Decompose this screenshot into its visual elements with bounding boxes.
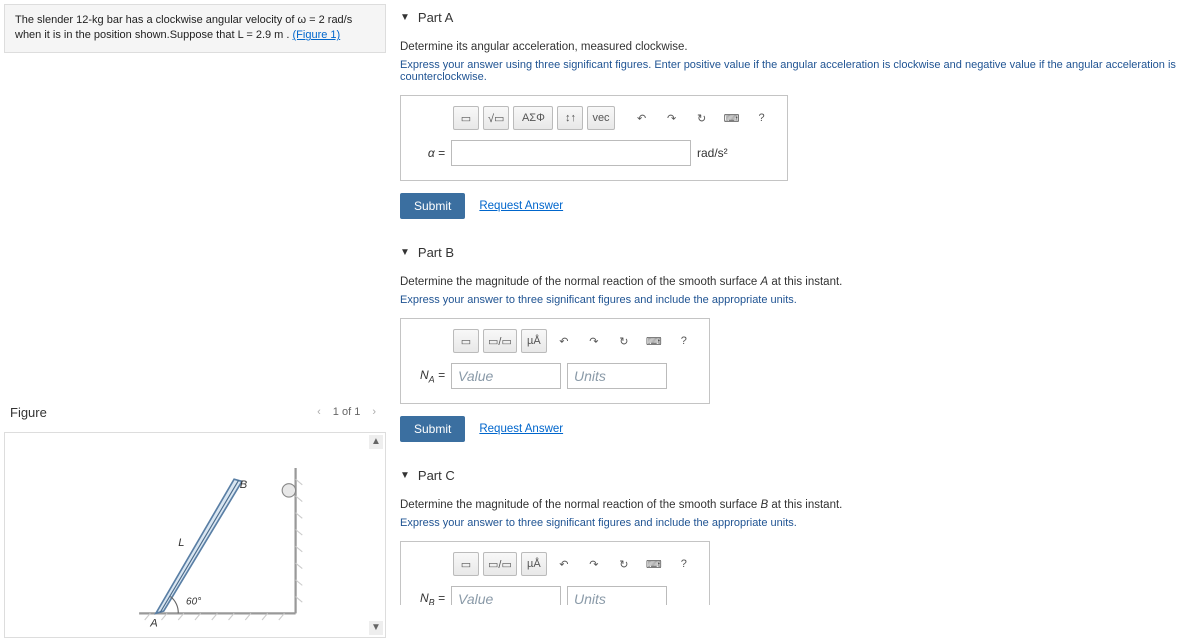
caret-down-icon: ▼ — [400, 12, 410, 23]
reset-icon[interactable]: ↻ — [689, 106, 715, 130]
part-a-title: Part A — [418, 10, 453, 25]
redo-icon[interactable]: ↷ — [581, 552, 607, 576]
template-icon[interactable]: ▭ — [453, 106, 479, 130]
scroll-down-icon[interactable]: ▼ — [369, 621, 383, 635]
part-c-prompt: Determine the magnitude of the normal re… — [400, 499, 1190, 511]
greek-icon[interactable]: ΑΣΦ — [513, 106, 553, 130]
fraction-icon[interactable]: ▭/▭ — [483, 329, 517, 353]
keyboard-icon[interactable]: ⌨ — [641, 329, 667, 353]
part-c-toolbar: ▭ ▭/▭ µÅ ↶ ↷ ↻ ⌨ ? — [453, 552, 697, 576]
redo-icon[interactable]: ↷ — [581, 329, 607, 353]
template-icon[interactable]: ▭ — [453, 552, 479, 576]
part-b-request-link[interactable]: Request Answer — [479, 423, 563, 435]
part-b-prompt-pre: Determine the magnitude of the normal re… — [400, 276, 761, 288]
part-b-header[interactable]: ▼ Part B — [400, 239, 1190, 266]
problem-statement: The slender 12-kg bar has a clockwise an… — [4, 4, 386, 53]
keyboard-icon[interactable]: ⌨ — [641, 552, 667, 576]
part-b-instruct: Express your answer to three significant… — [400, 294, 1190, 306]
reset-icon[interactable]: ↻ — [611, 329, 637, 353]
length-label: L — [178, 537, 184, 549]
scroll-up-icon[interactable]: ▲ — [369, 435, 383, 449]
part-a-request-link[interactable]: Request Answer — [479, 200, 563, 212]
arrows-icon[interactable]: ↕↑ — [557, 106, 583, 130]
part-a-toolbar: ▭ √▭ ΑΣΦ ↕↑ vec ↶ ↷ ↻ ⌨ ? — [453, 106, 775, 130]
keyboard-icon[interactable]: ⌨ — [719, 106, 745, 130]
figure-prev-icon[interactable]: ‹ — [313, 406, 325, 418]
template-icon[interactable]: ▭ — [453, 329, 479, 353]
part-b-title: Part B — [418, 245, 454, 260]
part-a-var: α = — [413, 146, 445, 160]
part-a-prompt: Determine its angular acceleration, meas… — [400, 41, 1190, 53]
part-c-value-input[interactable]: Value — [451, 586, 561, 605]
part-c-header[interactable]: ▼ Part C — [400, 462, 1190, 489]
part-b-answer-box: ▭ ▭/▭ µÅ ↶ ↷ ↻ ⌨ ? NA = Value Units — [400, 318, 710, 404]
units-icon[interactable]: µÅ — [521, 329, 547, 353]
part-c-prompt-post: at this instant. — [768, 499, 842, 511]
part-b-value-input[interactable]: Value — [451, 363, 561, 389]
part-a-submit-button[interactable]: Submit — [400, 193, 465, 219]
undo-icon[interactable]: ↶ — [551, 552, 577, 576]
figure-counter: 1 of 1 — [333, 406, 361, 418]
vec-icon[interactable]: vec — [587, 106, 614, 130]
part-a-unit: rad/s² — [697, 146, 728, 160]
angle-label: 60° — [186, 596, 201, 607]
redo-icon[interactable]: ↷ — [659, 106, 685, 130]
figure-canvas: ▲ 60° A B L ▼ — [4, 432, 386, 638]
part-c: ▼ Part C Determine the magnitude of the … — [400, 462, 1190, 605]
help-icon[interactable]: ? — [749, 106, 775, 130]
part-b-units-input[interactable]: Units — [567, 363, 667, 389]
part-c-title: Part C — [418, 468, 455, 483]
caret-down-icon: ▼ — [400, 470, 410, 481]
part-c-prompt-pre: Determine the magnitude of the normal re… — [400, 499, 761, 511]
figure-title: Figure — [10, 405, 313, 420]
part-b-submit-button[interactable]: Submit — [400, 416, 465, 442]
sqrt-icon[interactable]: √▭ — [483, 106, 509, 130]
undo-icon[interactable]: ↶ — [629, 106, 655, 130]
undo-icon[interactable]: ↶ — [551, 329, 577, 353]
caret-down-icon: ▼ — [400, 247, 410, 258]
figure-nav: ‹ 1 of 1 › — [313, 406, 380, 418]
part-a-header[interactable]: ▼ Part A — [400, 4, 1190, 31]
figure-header: Figure ‹ 1 of 1 › — [0, 397, 390, 428]
part-a-answer-box: ▭ √▭ ΑΣΦ ↕↑ vec ↶ ↷ ↻ ⌨ ? α = — [400, 95, 788, 181]
point-a-label: A — [149, 618, 157, 630]
part-a-input[interactable] — [451, 140, 691, 166]
figure-link[interactable]: (Figure 1) — [293, 29, 341, 41]
part-c-answer-box: ▭ ▭/▭ µÅ ↶ ↷ ↻ ⌨ ? NB = Value Units — [400, 541, 710, 605]
part-b-prompt: Determine the magnitude of the normal re… — [400, 276, 1190, 288]
reset-icon[interactable]: ↻ — [611, 552, 637, 576]
part-c-instruct: Express your answer to three significant… — [400, 517, 1190, 529]
part-b-toolbar: ▭ ▭/▭ µÅ ↶ ↷ ↻ ⌨ ? — [453, 329, 697, 353]
part-a-instruct: Express your answer using three signific… — [400, 59, 1190, 83]
units-icon[interactable]: µÅ — [521, 552, 547, 576]
part-c-var: NB = — [413, 591, 445, 605]
part-c-units-input[interactable]: Units — [567, 586, 667, 605]
part-a: ▼ Part A Determine its angular accelerat… — [400, 4, 1190, 219]
part-b: ▼ Part B Determine the magnitude of the … — [400, 239, 1190, 442]
point-b-label: B — [240, 479, 248, 491]
part-b-var: NA = — [413, 368, 445, 384]
fraction-icon[interactable]: ▭/▭ — [483, 552, 517, 576]
help-icon[interactable]: ? — [671, 329, 697, 353]
part-b-prompt-post: at this instant. — [768, 276, 842, 288]
help-icon[interactable]: ? — [671, 552, 697, 576]
figure-next-icon[interactable]: › — [368, 406, 380, 418]
